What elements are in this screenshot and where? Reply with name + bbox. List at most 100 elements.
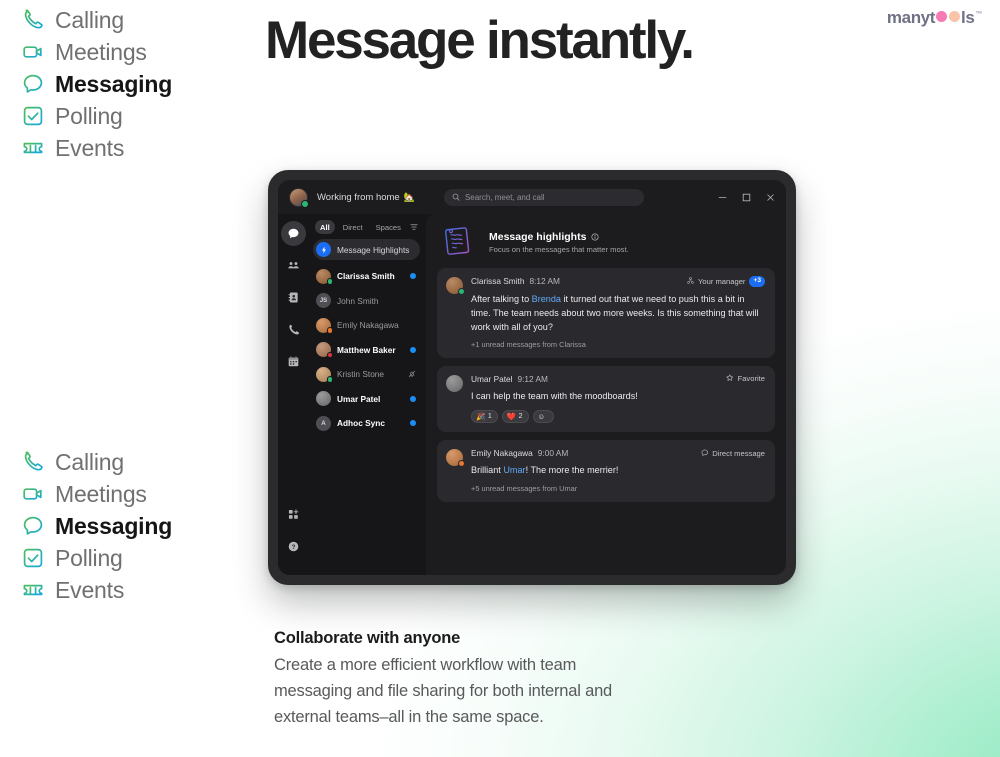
mention[interactable]: Umar (503, 465, 525, 475)
rail-item-contacts[interactable] (281, 285, 306, 310)
close-button[interactable] (765, 192, 776, 203)
feature-item-meetings[interactable]: Meetings (22, 36, 172, 68)
tab-direct[interactable]: Direct (338, 220, 368, 234)
star-icon (726, 374, 734, 384)
contact-row[interactable]: Kristin Stone (313, 362, 420, 387)
message-tag[interactable]: Your manager +3 (687, 276, 765, 287)
user-avatar[interactable] (289, 187, 309, 208)
presence-indicator-dnd (326, 351, 333, 359)
message-tag-label: Direct message (712, 448, 765, 458)
message-tag[interactable]: Direct message (701, 449, 765, 459)
minimize-button[interactable] (717, 192, 728, 203)
reaction-bar: 🎉 1 ❤️ 2 ☺ (471, 409, 765, 424)
message-card[interactable]: Emily Nakagawa 9:00 AM Direct message Brill… (437, 440, 775, 502)
highlights-subtitle: Focus on the messages that matter most. (489, 244, 629, 254)
muted-notifications-icon[interactable] (408, 370, 416, 378)
filter-icon[interactable] (410, 223, 418, 231)
feature-item-polling[interactable]: Polling (22, 100, 172, 132)
list-tabs: All Direct Spaces (313, 218, 420, 239)
tab-all[interactable]: All (315, 220, 335, 234)
manytools-logo: many t ls ™ (887, 8, 982, 28)
lightning-bolt-icon (316, 242, 331, 257)
feature-item-meetings[interactable]: Meetings (22, 478, 172, 510)
avatar (316, 268, 333, 285)
rail-item-apps[interactable] (281, 502, 306, 527)
highlights-title-row: Message highlights (489, 231, 629, 243)
teams-icon (288, 262, 299, 269)
message-tag-label: Your manager (698, 276, 746, 286)
highlights-title: Message highlights (489, 230, 587, 243)
contact-list: Clarissa Smith JS John Smith Emily Nakagawa… (313, 264, 420, 436)
notes-artwork-icon (440, 225, 478, 259)
contact-row[interactable]: Clarissa Smith (313, 264, 420, 289)
rail-item-calendar[interactable] (281, 349, 306, 374)
user-status[interactable]: Working from home 🏡 (317, 192, 415, 203)
feature-item-messaging[interactable]: Messaging (22, 510, 172, 542)
message-tag[interactable]: Favorite (726, 374, 765, 384)
feature-list-top: Calling Meetings Messaging Polling Events (22, 4, 172, 164)
message-card[interactable]: Umar Patel 9:12 AM Favorite I can help the … (437, 365, 775, 433)
highlights-header: Message highlights Focus on the messages… (437, 223, 775, 268)
minimize-icon (718, 196, 727, 198)
avatar (446, 374, 463, 392)
rail-item-phone[interactable] (281, 317, 306, 342)
maximize-button[interactable] (741, 192, 752, 203)
avatar-initials: JS (319, 297, 328, 305)
feature-list-bottom: Calling Meetings Messaging Polling Events (22, 446, 172, 606)
chat-bubble-icon (23, 74, 43, 93)
rail-item-help[interactable]: ? (281, 534, 306, 559)
feature-label: Meetings (55, 480, 147, 507)
svg-text:?: ? (292, 544, 296, 551)
search-input[interactable]: Search, meet, and call (443, 188, 644, 206)
info-icon[interactable] (591, 232, 599, 241)
contact-row[interactable]: Umar Patel (313, 387, 420, 412)
message-time: 9:12 AM (517, 373, 548, 384)
nav-rail: ? (278, 214, 309, 575)
feature-item-polling[interactable]: Polling (22, 542, 172, 574)
avatar (316, 317, 333, 334)
feature-label: Events (55, 134, 125, 161)
logo-dot-pink (936, 11, 947, 22)
page-headline: Message instantly. (265, 11, 695, 70)
message-card[interactable]: Clarissa Smith 8:12 AM Your manager +3 After… (437, 268, 775, 358)
presence-indicator-online (326, 376, 333, 383)
contact-row[interactable]: A Adhoc Sync (313, 411, 420, 436)
feature-item-events[interactable]: Events (22, 574, 172, 606)
feature-item-events[interactable]: Events (22, 132, 172, 164)
rail-item-messaging[interactable] (281, 221, 306, 246)
logo-dot-peach (949, 11, 960, 22)
contact-row[interactable]: Emily Nakagawa (313, 313, 420, 338)
unread-summary: +5 unread messages from Umar (471, 483, 578, 493)
feature-item-calling[interactable]: Calling (22, 446, 172, 478)
avatar (446, 277, 465, 295)
contact-row[interactable]: Matthew Baker (313, 338, 420, 363)
message-highlights-row[interactable]: Message Highlights (313, 239, 420, 260)
caption-title: Collaborate with anyone (274, 629, 461, 647)
feature-label: Meetings (55, 38, 147, 65)
feature-label: Calling (55, 6, 124, 33)
reaction-chip[interactable]: ☺ (532, 409, 554, 424)
reaction-emoji: 🎉 (476, 411, 486, 421)
search-icon (452, 193, 460, 201)
reaction-chip[interactable]: 🎉 1 (471, 409, 498, 424)
presence-indicator-online (301, 199, 309, 208)
logo-text-pre: many (886, 8, 930, 27)
contact-name: Umar Patel (337, 393, 381, 404)
unread-dot-icon (410, 273, 416, 280)
unread-indicator (410, 273, 416, 280)
unread-summary: +1 unread messages from Clarissa (471, 339, 586, 349)
unread-dot-icon (410, 420, 416, 427)
reaction-chip[interactable]: ❤️ 2 (501, 409, 529, 424)
feature-item-messaging[interactable]: Messaging (22, 68, 172, 100)
app-body: ? All Direct Spaces Message Highlights Cla… (278, 214, 786, 575)
feature-item-calling[interactable]: Calling (22, 4, 172, 36)
highlights-panel: Message highlights Focus on the messages… (426, 214, 786, 575)
tab-spaces[interactable]: Spaces (371, 220, 406, 234)
contact-row[interactable]: JS John Smith (313, 289, 420, 314)
message-content: Emily Nakagawa 9:00 AM Direct message Brill… (471, 448, 765, 492)
unread-dot-icon (410, 395, 416, 402)
avatar (316, 366, 333, 383)
ticket-icon (23, 142, 43, 154)
mention[interactable]: Brenda (532, 294, 561, 304)
rail-item-teams[interactable] (281, 253, 306, 278)
